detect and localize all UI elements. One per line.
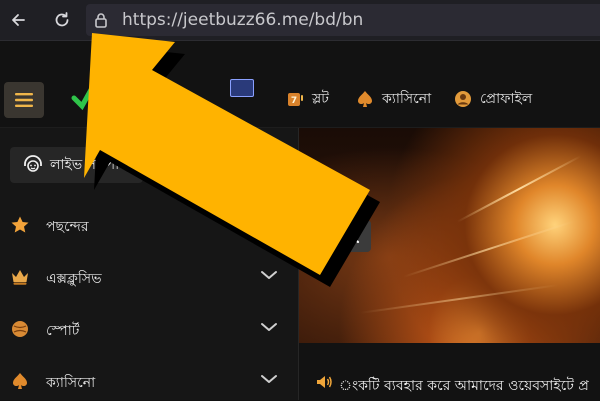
spade-chip-icon [358,91,372,107]
sidebar-item-favorites[interactable]: পছন্দের [0,205,298,245]
nav-casino[interactable]: ক্যাসিনো [356,86,431,112]
back-button[interactable] [6,8,30,32]
sidebar-item-sports[interactable]: স্পোর্ট [0,309,298,349]
star-icon [11,216,29,233]
nav-profile[interactable]: প্রোফাইল [454,86,532,112]
nav-profile-label: প্রোফাইল [480,91,533,107]
url-text[interactable]: https://jeetbuzz66.me/bd/bn [122,9,363,31]
site-header: 7 স্লট ক্যাসিনো প্রোফাইল [0,41,600,128]
headset-icon [24,155,42,172]
nav-slots[interactable]: 7 স্লট [286,86,329,112]
chevron-down-icon[interactable] [260,321,278,333]
lock-icon [95,13,107,28]
ticker-text: ংকটি ব্যবহার করে আমাদের ওয়েবসাইটে প্র [339,378,589,394]
hamburger-icon [15,93,33,107]
slot-machine-icon: 7 [288,93,303,106]
jeetbuzz-logo[interactable] [70,78,114,112]
banner-light-streak [403,220,575,278]
live-support-label: লাইভ সাপোর্ট [50,157,127,173]
address-bar[interactable]: https://jeetbuzz66.me/bd/bn [86,4,600,36]
spade-chip-icon [13,373,27,389]
live-support-button[interactable]: লাইভ সাপোর্ট [10,147,143,183]
sidebar-item-label: ক্যাসিনো [46,375,96,391]
nav-casino-label: ক্যাসিনো [382,91,432,107]
crown-icon [12,270,28,285]
sidebar-item-exclusive[interactable]: এক্সক্লুসিভ [0,257,298,297]
reload-button[interactable] [50,8,74,32]
sidebar-item-label: পছন্দের [46,219,89,235]
sidebar-item-label: এক্সক্লুসিভ [46,271,102,287]
announcement-ticker[interactable]: ংকটি ব্যবহার করে আমাদের ওয়েবসাইটে প্র [299,344,600,400]
menu-button[interactable] [4,82,44,118]
speaker-icon [317,376,332,388]
browser-toolbar: https://jeetbuzz66.me/bd/bn [0,0,600,41]
banner-light-streak [456,155,582,223]
profile-icon [455,91,471,107]
nav-slots-label: স্লট [312,91,329,107]
sidebar-item-label: স্পোর্ট [46,323,80,339]
sidebar-item-casino[interactable]: ক্যাসিনো [0,361,298,401]
chevron-left-icon [350,228,360,244]
chevron-down-icon[interactable] [260,373,278,385]
sponsor-badge [230,79,254,97]
svg-text:7: 7 [291,96,297,106]
sidebar: লাইভ সাপোর্ট পছন্দের এক্সক্লুসিভ স্পোর্ট [0,128,299,400]
banner-light-streak [359,284,559,314]
chevron-down-icon[interactable] [260,269,278,281]
reload-icon [55,12,69,27]
banner-prev-button[interactable] [339,220,371,252]
ball-icon [12,321,28,337]
arrow-left-icon [12,14,25,26]
